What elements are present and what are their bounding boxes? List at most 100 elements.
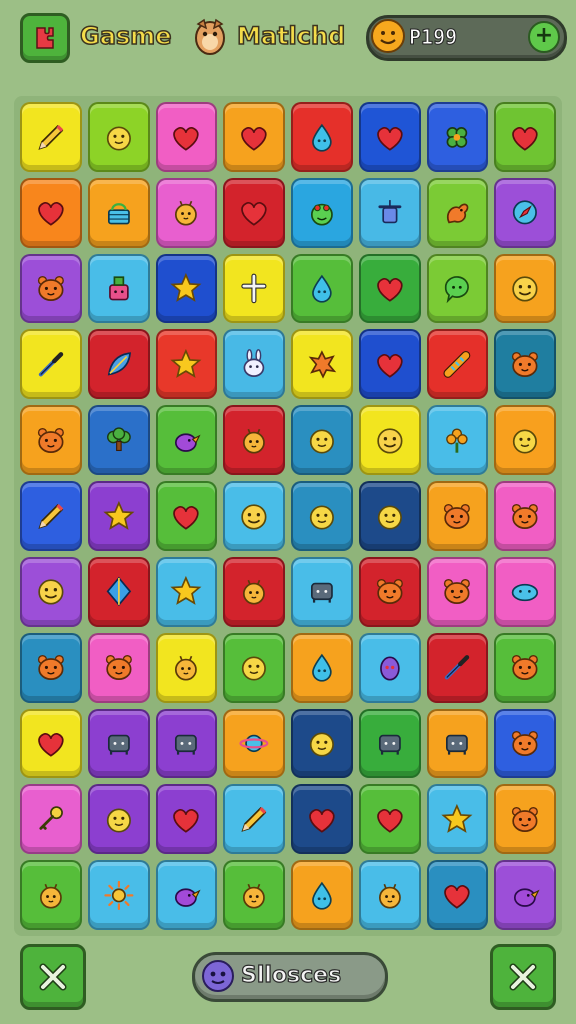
board-tile[interactable] bbox=[494, 481, 556, 551]
heart-icon bbox=[376, 126, 403, 151]
board-tile[interactable] bbox=[20, 329, 82, 400]
board-tile[interactable] bbox=[20, 556, 82, 627]
board-tile[interactable] bbox=[223, 860, 285, 930]
menu-button[interactable] bbox=[20, 13, 70, 63]
board-tile[interactable] bbox=[20, 708, 82, 779]
board-tile[interactable] bbox=[20, 405, 82, 476]
board-tile[interactable] bbox=[358, 405, 421, 476]
board-tile[interactable] bbox=[291, 860, 353, 930]
board-tile[interactable] bbox=[426, 556, 489, 627]
board-tile[interactable] bbox=[155, 329, 218, 400]
board-tile[interactable] bbox=[494, 708, 556, 779]
clover-icon bbox=[447, 126, 468, 148]
board-tile[interactable] bbox=[494, 784, 556, 855]
board-tile[interactable] bbox=[426, 405, 489, 476]
board-tile[interactable] bbox=[426, 329, 489, 400]
board-tile[interactable] bbox=[291, 102, 353, 172]
board-tile[interactable] bbox=[20, 784, 82, 855]
close-right-button[interactable] bbox=[490, 944, 556, 1010]
board-tile[interactable] bbox=[426, 708, 489, 779]
board-tile[interactable] bbox=[87, 102, 150, 172]
board-tile[interactable] bbox=[494, 860, 556, 930]
board-tile[interactable] bbox=[87, 784, 150, 855]
board-tile[interactable] bbox=[291, 253, 353, 324]
board-tile[interactable] bbox=[358, 102, 421, 172]
board-tile[interactable] bbox=[87, 329, 150, 400]
board-tile[interactable] bbox=[155, 177, 218, 248]
board-tile[interactable] bbox=[87, 177, 150, 248]
board-tile[interactable] bbox=[291, 329, 353, 400]
close-left-button[interactable] bbox=[20, 944, 86, 1010]
board-tile[interactable] bbox=[155, 556, 218, 627]
board-tile[interactable] bbox=[358, 177, 421, 248]
board-tile[interactable] bbox=[223, 102, 285, 172]
board-tile[interactable] bbox=[20, 632, 82, 703]
board-tile[interactable] bbox=[426, 860, 489, 930]
board-tile[interactable] bbox=[426, 102, 489, 172]
board-tile[interactable] bbox=[155, 632, 218, 703]
board-tile[interactable] bbox=[291, 177, 353, 248]
board-tile[interactable] bbox=[87, 860, 150, 930]
board-tile[interactable] bbox=[87, 481, 150, 551]
board-tile[interactable] bbox=[223, 632, 285, 703]
board-tile[interactable] bbox=[155, 481, 218, 551]
board-tile[interactable] bbox=[291, 708, 353, 779]
board-tile[interactable] bbox=[223, 708, 285, 779]
flower-icon bbox=[446, 428, 469, 453]
board-tile[interactable] bbox=[291, 784, 353, 855]
board-tile[interactable] bbox=[426, 784, 489, 855]
board-tile[interactable] bbox=[223, 556, 285, 627]
board-tile[interactable] bbox=[20, 102, 82, 172]
drop-icon bbox=[312, 274, 332, 303]
board-tile[interactable] bbox=[155, 102, 218, 172]
board-tile[interactable] bbox=[358, 784, 421, 855]
mascot-icon bbox=[195, 18, 225, 55]
board-tile[interactable] bbox=[426, 481, 489, 551]
board-tile[interactable] bbox=[494, 329, 556, 400]
board-tile[interactable] bbox=[358, 253, 421, 324]
board-tile[interactable] bbox=[426, 632, 489, 703]
board-tile[interactable] bbox=[223, 784, 285, 855]
board-tile[interactable] bbox=[20, 860, 82, 930]
board-tile[interactable] bbox=[291, 632, 353, 703]
board-tile[interactable] bbox=[87, 708, 150, 779]
board-tile[interactable] bbox=[494, 632, 556, 703]
board-tile[interactable] bbox=[87, 405, 150, 476]
board-tile[interactable] bbox=[155, 405, 218, 476]
board-tile[interactable] bbox=[155, 253, 218, 324]
board-tile[interactable] bbox=[87, 632, 150, 703]
board-tile[interactable] bbox=[20, 481, 82, 551]
board-tile[interactable] bbox=[155, 860, 218, 930]
board-tile[interactable] bbox=[291, 556, 353, 627]
blob-icon bbox=[513, 429, 538, 454]
board-tile[interactable] bbox=[155, 708, 218, 779]
board-tile[interactable] bbox=[291, 481, 353, 551]
board-tile[interactable] bbox=[358, 860, 421, 930]
board-tile[interactable] bbox=[87, 556, 150, 627]
board-tile[interactable] bbox=[223, 329, 285, 400]
board-tile[interactable] bbox=[358, 632, 421, 703]
board-tile[interactable] bbox=[155, 784, 218, 855]
board-tile[interactable] bbox=[426, 253, 489, 324]
board-tile[interactable] bbox=[20, 177, 82, 248]
board-tile[interactable] bbox=[20, 253, 82, 324]
add-coins-button[interactable]: + bbox=[528, 21, 560, 53]
board-tile[interactable] bbox=[291, 405, 353, 476]
board-tile[interactable] bbox=[494, 405, 556, 476]
board-tile[interactable] bbox=[223, 177, 285, 248]
board-tile[interactable] bbox=[223, 253, 285, 324]
board-tile[interactable] bbox=[426, 177, 489, 248]
board-tile[interactable] bbox=[87, 253, 150, 324]
board-tile[interactable] bbox=[494, 177, 556, 248]
board-tile[interactable] bbox=[358, 556, 421, 627]
blob-icon bbox=[309, 732, 334, 757]
board-tile[interactable] bbox=[358, 708, 421, 779]
board-tile[interactable] bbox=[494, 102, 556, 172]
board-tile[interactable] bbox=[494, 556, 556, 627]
board-tile[interactable] bbox=[358, 481, 421, 551]
critter-icon bbox=[243, 428, 266, 454]
board-tile[interactable] bbox=[223, 481, 285, 551]
board-tile[interactable] bbox=[223, 405, 285, 476]
board-tile[interactable] bbox=[358, 329, 421, 400]
board-tile[interactable] bbox=[494, 253, 556, 324]
